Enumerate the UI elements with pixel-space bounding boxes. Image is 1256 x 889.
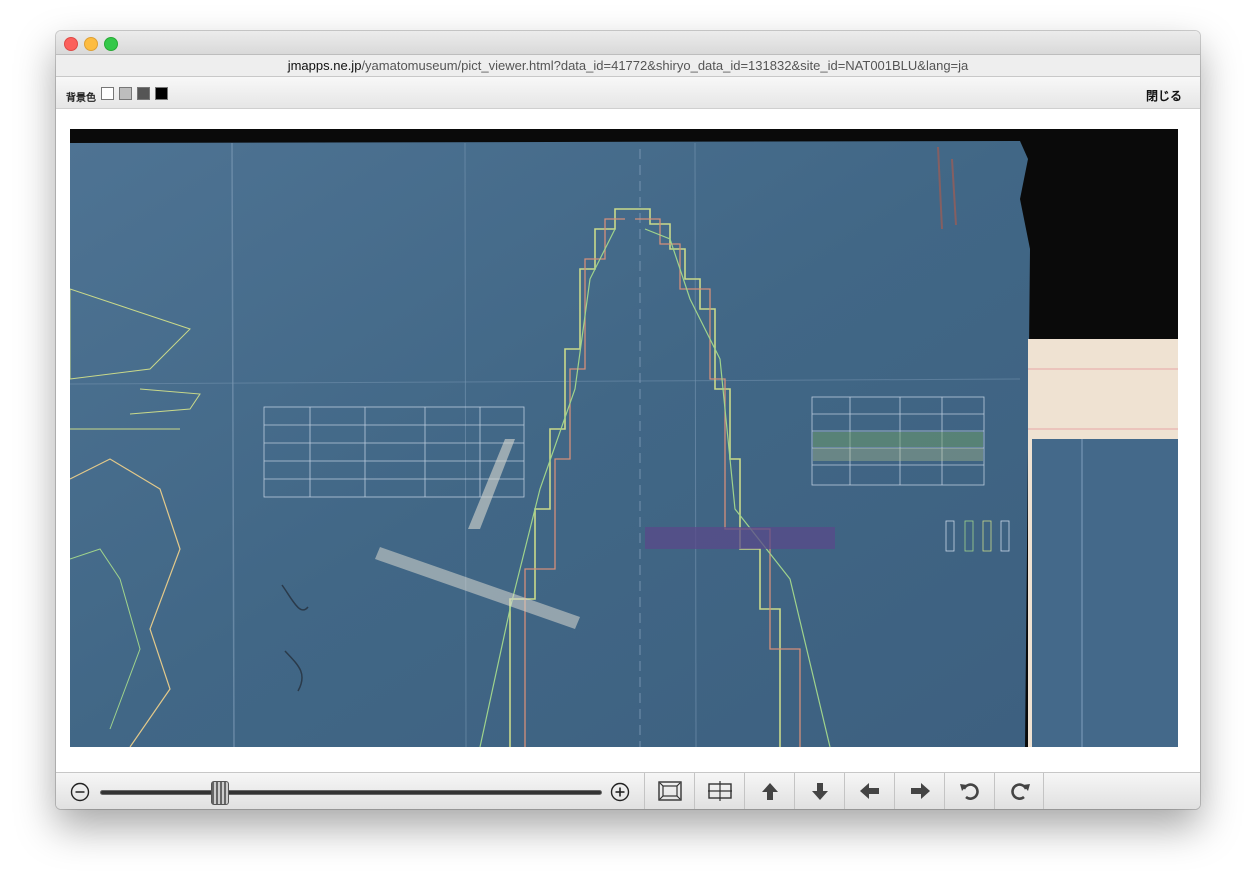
arrow-up-icon (762, 783, 778, 800)
arrow-left-icon (860, 783, 879, 799)
fit-screen-icon (658, 781, 682, 801)
pan-left-button[interactable] (844, 773, 894, 809)
actual-size-icon (708, 781, 732, 801)
arrow-right-icon (911, 783, 930, 799)
zoom-out-icon[interactable] (70, 782, 90, 802)
url-bar[interactable]: jmapps.ne.jp/yamatomuseum/pict_viewer.ht… (56, 55, 1200, 77)
top-toolbar: 背景色 閉じる (56, 77, 1200, 109)
pan-right-button[interactable] (894, 773, 944, 809)
zoom-slider-handle[interactable] (211, 781, 230, 805)
url-domain: jmapps.ne.jp (287, 58, 362, 73)
rotate-left-icon (960, 783, 979, 800)
close-window-button[interactable] (64, 37, 78, 51)
rotate-right-button[interactable] (994, 773, 1044, 809)
swatch-black[interactable] (155, 87, 168, 100)
blueprint-image[interactable] (70, 129, 1178, 747)
url-path: /yamatomuseum/pict_viewer.html?data_id=4… (361, 58, 969, 73)
title-bar (56, 31, 1200, 55)
actual-size-button[interactable] (694, 773, 744, 809)
swatch-white[interactable] (101, 87, 114, 100)
rotate-left-button[interactable] (944, 773, 994, 809)
minimize-window-button[interactable] (84, 37, 98, 51)
arrow-down-icon (812, 783, 828, 800)
zoom-slider-track[interactable] (100, 790, 602, 795)
swatch-light-gray[interactable] (119, 87, 132, 100)
swatch-dark-gray[interactable] (137, 87, 150, 100)
bottom-toolbar (56, 772, 1200, 809)
zoom-in-icon[interactable] (610, 782, 630, 802)
pan-up-button[interactable] (744, 773, 794, 809)
viewer-window: jmapps.ne.jp/yamatomuseum/pict_viewer.ht… (56, 31, 1200, 809)
image-viewer[interactable] (70, 129, 1178, 747)
zoom-window-button[interactable] (104, 37, 118, 51)
close-button[interactable]: 閉じる (1146, 87, 1182, 104)
pan-down-button[interactable] (794, 773, 844, 809)
background-color-label: 背景色 (66, 93, 96, 104)
rotate-right-icon (1011, 783, 1030, 800)
fit-screen-button[interactable] (644, 773, 694, 809)
